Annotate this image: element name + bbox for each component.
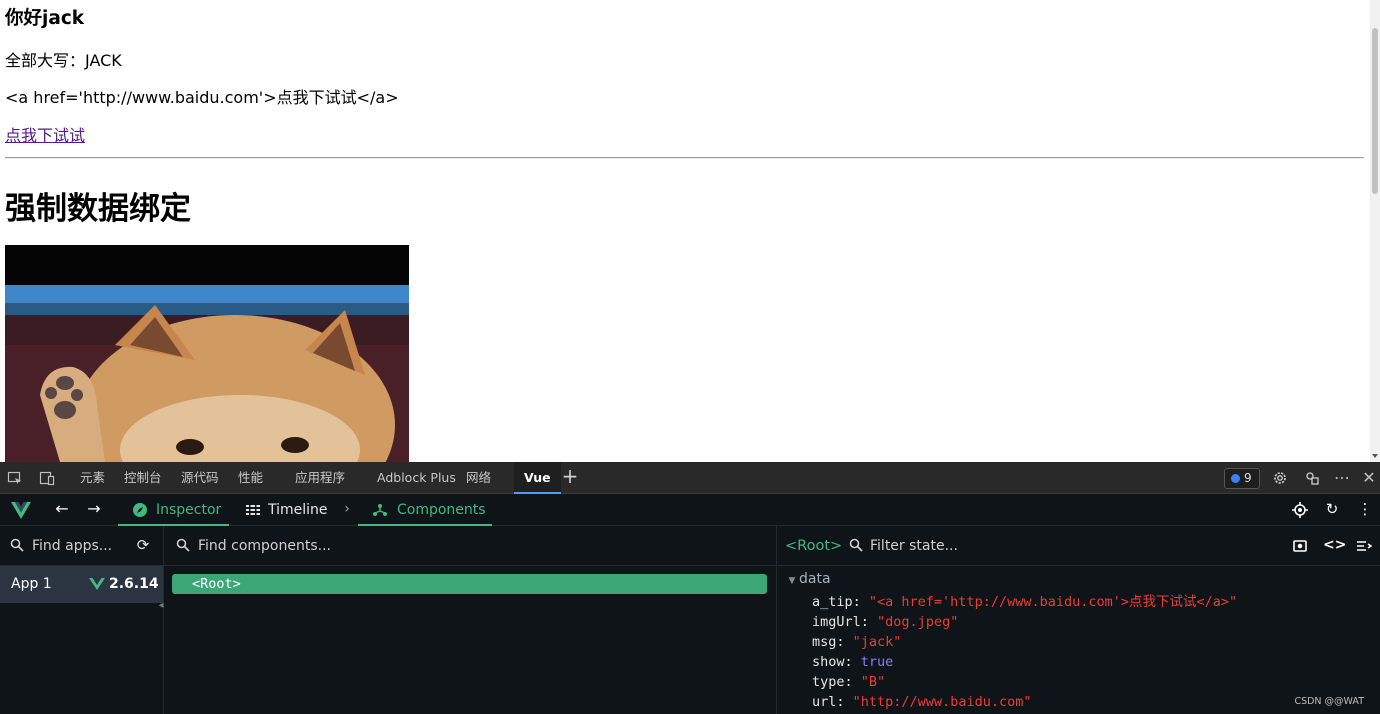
search-icon (847, 538, 865, 554)
selected-component-label: <Root> (785, 538, 843, 554)
scrollbar-thumb[interactable] (1372, 28, 1378, 194)
state-separator: : (836, 694, 853, 710)
vue-logo-icon (10, 500, 32, 520)
more-icon[interactable]: ⋯ (1333, 470, 1351, 486)
state-field-a_tip[interactable]: a_tip: "<a href='http://www.baidu.com'>点… (812, 592, 1237, 612)
tab-network[interactable]: 网络 (466, 462, 491, 494)
sync-icon[interactable]: ⟳ (134, 537, 152, 553)
apps-search-input[interactable]: Find apps... (32, 526, 112, 566)
components-search[interactable]: Find components... (164, 526, 776, 566)
watermark: CSDN @@WAT (1294, 696, 1364, 707)
state-value: "jack" (852, 634, 902, 650)
uppercase-text: 全部大写：JACK (5, 51, 122, 70)
search-icon (174, 538, 192, 554)
tab-console[interactable]: 控制台 (124, 462, 162, 494)
component-tree-root[interactable]: <Root> (172, 574, 767, 594)
state-value: "dog.jpeg" (877, 614, 959, 630)
state-separator: : (852, 594, 869, 610)
tab-adblock-plus[interactable]: Adblock Plus (377, 462, 456, 494)
tab-vue[interactable]: Vue (514, 462, 561, 494)
devtools-panel: 元素 控制台 源代码 性能 应用程序 Adblock Plus 网络 Vue +… (0, 462, 1380, 714)
state-field-msg[interactable]: msg: "jack" (812, 632, 901, 652)
code-icon[interactable]: <> (1323, 537, 1346, 553)
inspector-tab[interactable]: Inspector (118, 494, 229, 526)
tab-application[interactable]: 应用程序 (295, 462, 345, 494)
state-value: "B" (860, 674, 886, 690)
issues-badge[interactable]: 9 (1224, 468, 1260, 489)
state-key: show (812, 654, 845, 670)
components-icon (371, 502, 389, 518)
inspector-icon (131, 502, 149, 518)
state-field-url[interactable]: url: "http://www.baidu.com" (812, 692, 1031, 712)
plus-icon[interactable]: + (561, 466, 579, 486)
vue-version-icon (89, 577, 105, 591)
refresh-icon[interactable]: ↻ (1323, 501, 1341, 517)
chevron-right-icon: › (344, 501, 350, 517)
target-icon[interactable] (1291, 502, 1309, 518)
back-arrow-icon[interactable]: ← (53, 501, 71, 517)
filter-state-input[interactable]: Filter state... (870, 526, 958, 566)
device-toggle-icon[interactable] (38, 470, 56, 486)
timeline-icon (244, 502, 262, 518)
state-value: "<a href='http://www.baidu.com'>点我下试试</a… (868, 594, 1238, 610)
inspect-element-icon[interactable] (6, 470, 24, 486)
close-icon[interactable]: ✕ (1360, 470, 1378, 486)
state-separator: : (836, 634, 853, 650)
page-viewport: 你好jack 全部大写：JACK <a href='http://www.bai… (0, 0, 1370, 462)
tab-sources[interactable]: 源代码 (181, 462, 219, 494)
baidu-link[interactable]: 点我下试试 (5, 126, 85, 145)
state-separator: : (844, 654, 861, 670)
issues-icon (1231, 474, 1240, 483)
vue-devtools-header: ← → Inspector Timeline › Components ↻ ⋮ (0, 494, 1380, 526)
components-tab[interactable]: Components (358, 494, 492, 526)
dog-image (5, 245, 409, 462)
state-key: a_tip (812, 594, 853, 610)
state-value: "http://www.baidu.com" (852, 694, 1032, 710)
kebab-icon[interactable]: ⋮ (1356, 501, 1374, 517)
state-panel: <Root> Filter state... <> ▼ data a_tip: … (777, 526, 1380, 714)
devtools-tab-bar: 元素 控制台 源代码 性能 应用程序 Adblock Plus 网络 Vue +… (0, 462, 1380, 494)
apps-search[interactable]: Find apps... ⟳ (0, 526, 163, 566)
state-key: url (812, 694, 837, 710)
state-value: true (860, 654, 894, 670)
data-section-label[interactable]: data (799, 568, 831, 590)
section-title: 强制数据绑定 (5, 191, 191, 227)
baidu-link-wrapper: 点我下试试 (5, 122, 85, 146)
state-field-type[interactable]: type: "B" (812, 672, 885, 692)
screenshot-icon[interactable] (1291, 538, 1309, 554)
search-icon (8, 538, 26, 554)
apps-panel: Find apps... ⟳ App 1 2.6.14 ◂ (0, 526, 164, 714)
customize-icon[interactable] (1303, 470, 1321, 486)
divider (5, 157, 1364, 159)
state-field-show[interactable]: show: true (812, 652, 893, 672)
components-panel: Find components... <Root> (164, 526, 777, 714)
raw-html-text: <a href='http://www.baidu.com'>点我下试试</a> (5, 88, 399, 107)
scroll-down-arrow-icon[interactable] (1372, 454, 1378, 458)
forward-arrow-icon[interactable]: → (85, 501, 103, 517)
tab-elements[interactable]: 元素 (80, 462, 105, 494)
tab-performance[interactable]: 性能 (238, 462, 263, 494)
state-field-imgUrl[interactable]: imgUrl: "dog.jpeg" (812, 612, 958, 632)
components-search-input[interactable]: Find components... (198, 526, 331, 566)
state-separator: : (860, 614, 878, 630)
app-item[interactable]: App 1 2.6.14 (0, 566, 163, 603)
state-separator: : (844, 674, 861, 690)
state-key: msg (812, 634, 837, 650)
settings-gear-icon[interactable] (1271, 470, 1289, 486)
timeline-tab[interactable]: Timeline (244, 494, 328, 526)
state-key: type (812, 674, 845, 690)
greeting-heading: 你好jack (5, 8, 85, 29)
state-filter-bar: <Root> Filter state... <> (777, 526, 1380, 566)
state-filter-icon[interactable] (1355, 538, 1373, 554)
page-scrollbar[interactable] (1370, 0, 1380, 462)
state-key: imgUrl (812, 614, 861, 630)
